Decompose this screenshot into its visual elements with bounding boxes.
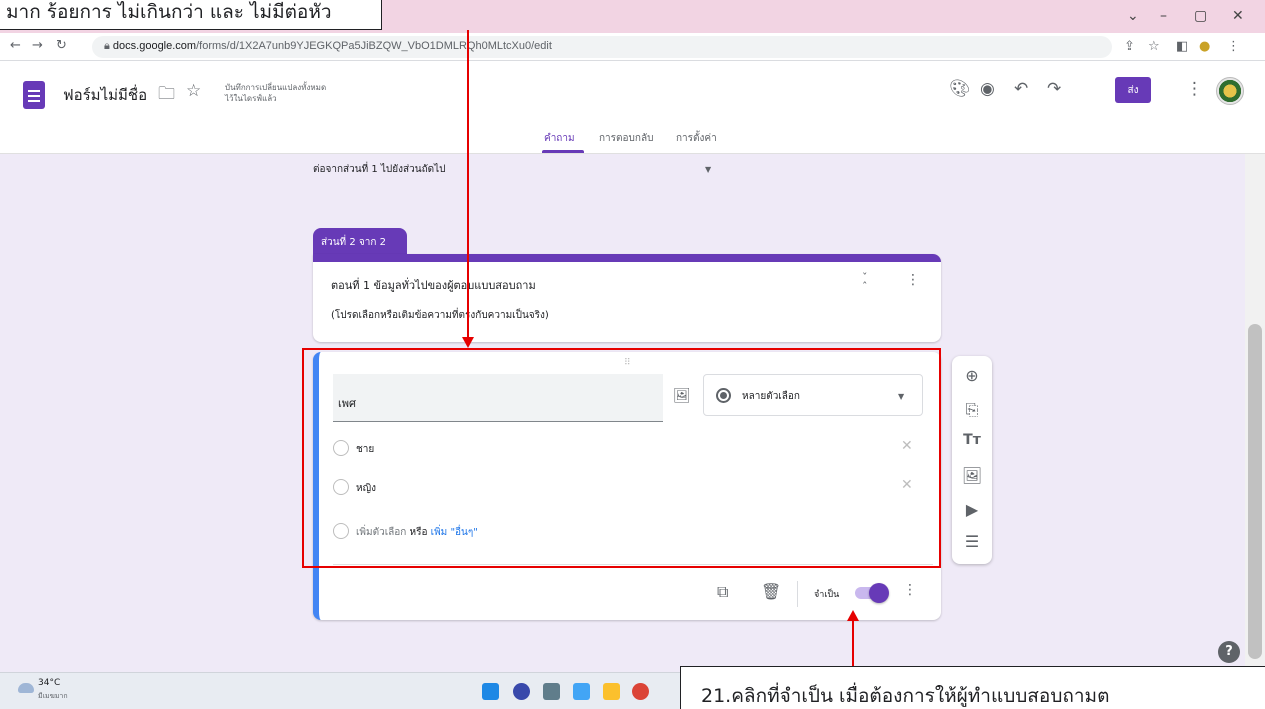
chat-icon[interactable]: [513, 683, 530, 700]
calculator-icon[interactable]: [543, 683, 560, 700]
back-arrow-icon[interactable]: ←: [10, 38, 21, 53]
delete-trash-icon[interactable]: 🗑︎: [761, 582, 781, 601]
annotation-arrow: [852, 620, 854, 666]
close-window-icon[interactable]: ✕: [1232, 8, 1244, 24]
dropdown-caret-icon[interactable]: ▼: [705, 165, 711, 174]
collapse-icon[interactable]: ˇˆ: [862, 272, 868, 292]
question-menu-icon[interactable]: ⋮: [903, 582, 917, 598]
tab-list-chevron-icon[interactable]: ⌄: [1127, 8, 1139, 24]
forward-arrow-icon[interactable]: →: [32, 38, 43, 53]
maximize-icon[interactable]: ▢: [1194, 8, 1207, 24]
floating-toolbar: ⊕ ⎘ Tт 🖼︎ ▶ ☰: [952, 356, 992, 564]
annotation-callout-bottom: 21.คลิกที่จำเป็น เมื่อต้องการให้ผู้ทำแบบ…: [680, 666, 1265, 709]
section-menu-icon[interactable]: ⋮: [906, 272, 920, 288]
tab-questions[interactable]: คำถาม: [544, 131, 575, 146]
lock-icon: 🔒︎: [104, 40, 113, 52]
tab-responses[interactable]: การตอบกลับ: [599, 131, 653, 146]
required-toggle-knob[interactable]: [869, 583, 889, 603]
profile-icon[interactable]: ●: [1199, 39, 1210, 54]
url-path: /forms/d/1X2A7unb9YJEGKQPa5JiBZQW_VbO1DM…: [196, 40, 552, 52]
url-input[interactable]: 🔒︎ docs.google.com/forms/d/1X2A7unb9YJEG…: [92, 36, 1112, 58]
scroll-thumb[interactable]: [1248, 324, 1262, 659]
cloud-icon: [18, 683, 34, 693]
reload-icon[interactable]: ↻: [56, 38, 67, 53]
photos-icon[interactable]: [573, 683, 590, 700]
weather-description[interactable]: มีเมฆมาก: [38, 691, 68, 702]
forms-header: ฟอร์มไม่มีชื่อ 🗀 ☆ บันทึกการเปลี่ยนแปลงท…: [0, 61, 1265, 154]
weather-temperature[interactable]: 34°C: [38, 678, 60, 688]
add-image-icon[interactable]: 🖼︎: [952, 466, 992, 485]
preview-eye-icon[interactable]: ◉: [980, 79, 995, 99]
send-button[interactable]: ส่ง: [1115, 77, 1151, 103]
annotation-arrow: [467, 30, 469, 338]
duplicate-icon[interactable]: ⧉: [717, 582, 728, 602]
scrollbar[interactable]: [1245, 154, 1265, 672]
add-title-icon[interactable]: Tт: [952, 432, 992, 448]
more-menu-icon[interactable]: ⋮: [1186, 79, 1203, 99]
chrome-icon[interactable]: [632, 683, 649, 700]
minimize-icon[interactable]: –: [1160, 8, 1167, 24]
undo-icon[interactable]: ↶: [1014, 79, 1028, 99]
add-video-icon[interactable]: ▶: [952, 500, 992, 519]
folder-icon[interactable]: 🗀: [158, 81, 175, 110]
divider: [797, 581, 798, 607]
url-domain: docs.google.com: [112, 40, 197, 52]
redo-icon[interactable]: ↷: [1047, 79, 1061, 99]
tab-settings[interactable]: การตั้งค่า: [676, 131, 717, 146]
help-icon[interactable]: ?: [1218, 641, 1240, 663]
forms-logo-icon[interactable]: [23, 81, 45, 109]
active-tab-indicator: [542, 150, 584, 153]
share-icon[interactable]: ⇪: [1124, 39, 1135, 54]
avatar[interactable]: [1216, 77, 1244, 105]
section-tab: ส่วนที่ 2 จาก 2: [313, 228, 407, 254]
address-bar: ← → ↻ 🔒︎ docs.google.com/forms/d/1X2A7un…: [0, 33, 1265, 61]
file-explorer-icon[interactable]: [603, 683, 620, 700]
palette-icon[interactable]: 🎨︎: [949, 79, 971, 99]
annotation-arrowhead: [462, 337, 474, 348]
form-title[interactable]: ฟอร์มไม่มีชื่อ: [63, 83, 147, 107]
section-card: ตอนที่ 1 ข้อมูลทั่วไปของผู้ตอบแบบสอบถาม …: [313, 254, 941, 342]
annotation-callout-top: มาก ร้อยการ ไม่เกินกว่า และ ไม่มีต่อหัว: [0, 0, 382, 30]
add-question-icon[interactable]: ⊕: [952, 366, 992, 385]
annotation-arrowhead: [847, 610, 859, 621]
bookmark-star-icon[interactable]: ☆: [1148, 39, 1160, 54]
browser-menu-icon[interactable]: ⋮: [1227, 39, 1240, 54]
after-section-select[interactable]: ต่อจากส่วนที่ 1 ไปยังส่วนถัดไป: [313, 162, 446, 177]
save-status: บันทึกการเปลี่ยนแปลงทั้งหมด ไว้ในไดรฟ์แล…: [225, 83, 327, 103]
add-section-icon[interactable]: ☰: [952, 532, 992, 551]
required-label: จำเป็น: [814, 590, 840, 600]
highlight-box: [302, 348, 941, 568]
import-questions-icon[interactable]: ⎘: [952, 400, 992, 420]
star-icon[interactable]: ☆: [186, 81, 201, 101]
section-description[interactable]: (โปรดเลือกหรือเติมข้อความที่ตรงกับความเป…: [331, 308, 549, 323]
section-title[interactable]: ตอนที่ 1 ข้อมูลทั่วไปของผู้ตอบแบบสอบถาม: [331, 276, 536, 294]
windows-start-icon[interactable]: [482, 683, 499, 700]
sidepanel-icon[interactable]: ◧: [1176, 39, 1188, 54]
